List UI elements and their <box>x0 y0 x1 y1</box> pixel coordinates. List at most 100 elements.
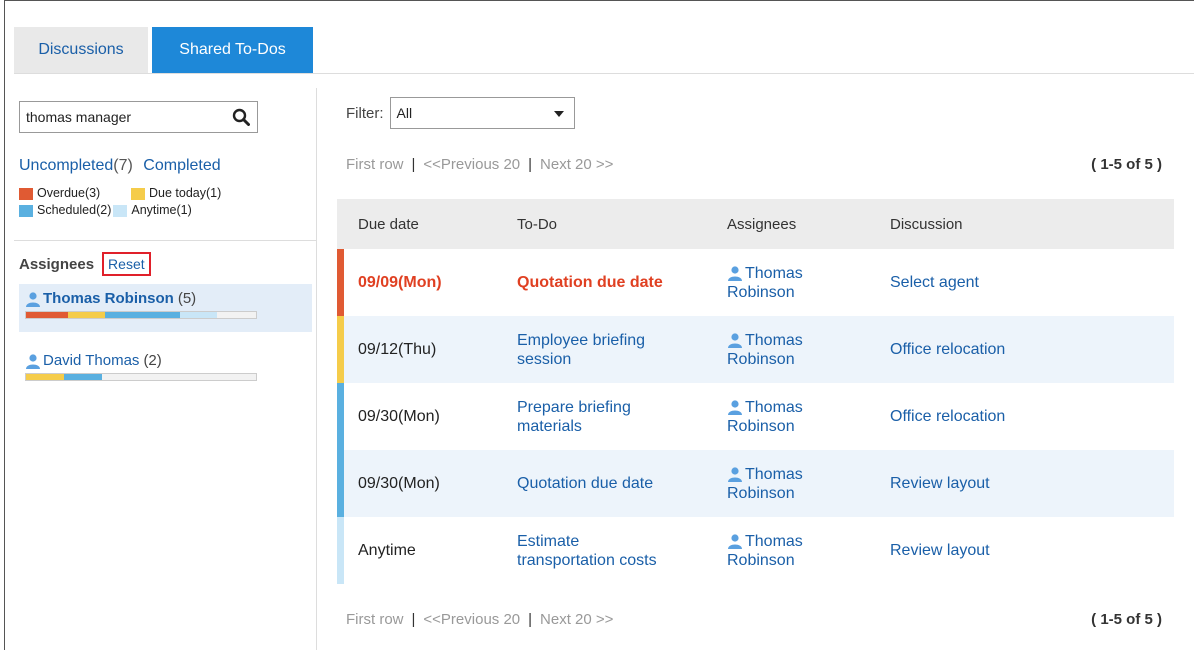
assignee-name: David Thomas <box>43 352 140 369</box>
column-header-todo: To-Do <box>517 199 727 249</box>
todo-cell[interactable]: Employee briefing session <box>517 316 727 383</box>
result-count-top: ( 1-5 of 5 ) <box>1091 156 1162 173</box>
todo-cell[interactable]: Estimate transportation costs <box>517 517 727 584</box>
assignee-link[interactable]: Thomas <box>745 331 803 350</box>
assignee-cell: Thomas Robinson <box>727 249 890 316</box>
discussion-link[interactable]: Office relocation <box>890 383 1174 450</box>
filter-bar: Filter: All <box>346 97 575 129</box>
previous-link[interactable]: <<Previous 20 <box>423 156 520 173</box>
user-icon <box>728 400 742 415</box>
next-link[interactable]: Next 20 >> <box>540 156 613 173</box>
assignee-item-david-thomas[interactable]: David Thomas (2) <box>19 346 312 386</box>
due-date-cell: 09/12(Thu) <box>344 316 517 383</box>
tab-discussions[interactable]: Discussions <box>14 27 148 73</box>
legend-scheduled: Scheduled(2) <box>19 202 111 219</box>
assignee-name: Thomas Robinson <box>43 290 174 307</box>
pager-separator: | <box>411 611 416 628</box>
due-date-cell: 09/30(Mon) <box>344 450 517 517</box>
user-icon <box>728 467 742 482</box>
user-icon <box>26 353 40 369</box>
assignee-progress-bar <box>25 373 257 381</box>
assignee-link[interactable]: Thomas <box>745 532 803 551</box>
due-date-cell: Anytime <box>358 542 416 559</box>
scheduled-swatch <box>19 204 33 217</box>
todo-table: Due date To-Do Assignees Discussion 09/0… <box>337 199 1174 584</box>
first-row-link[interactable]: First row <box>346 156 404 173</box>
column-header-due-date: Due date <box>344 199 517 249</box>
bar-due-today <box>68 312 105 318</box>
pager-separator: | <box>528 611 533 628</box>
search-icon[interactable] <box>232 108 250 126</box>
todo-cell[interactable]: Prepare briefing materials <box>517 383 727 450</box>
table-row[interactable]: 09/12(Thu) Employee briefing session Thom… <box>337 316 1174 383</box>
assignees-heading: Assignees Reset <box>19 252 151 276</box>
tab-divider <box>14 73 1194 74</box>
filter-select[interactable]: All <box>389 97 575 129</box>
tab-shared-todos[interactable]: Shared To-Dos <box>152 27 313 73</box>
legend-due-today: Due today(1) <box>131 185 221 202</box>
previous-link[interactable]: <<Previous 20 <box>423 611 520 628</box>
chevron-down-icon <box>553 111 564 117</box>
assignee-link[interactable]: Thomas <box>745 465 803 484</box>
assignee-link-line2[interactable]: Robinson <box>727 350 890 369</box>
status-header <box>337 199 344 249</box>
pager-separator: | <box>528 156 533 173</box>
discussion-link[interactable]: Review layout <box>890 517 1174 584</box>
status-stripe <box>337 450 344 517</box>
column-header-assignees: Assignees <box>727 199 890 249</box>
assignee-cell: Thomas Robinson <box>727 316 890 383</box>
bar-scheduled <box>105 312 180 318</box>
assignee-link-line2[interactable]: Robinson <box>727 484 890 503</box>
tab-bar: Discussions Shared To-Dos <box>14 27 313 73</box>
table-row[interactable]: 09/09(Mon) Quotation due date Thomas Rob… <box>337 249 1174 316</box>
result-count-bottom: ( 1-5 of 5 ) <box>1091 611 1162 628</box>
bar-scheduled <box>64 374 102 380</box>
legend-overdue: Overdue(3) <box>19 185 131 202</box>
due-today-swatch <box>131 187 145 200</box>
due-date-cell: 09/30(Mon) <box>358 408 440 425</box>
status-stripe <box>337 316 344 383</box>
table-row[interactable]: 09/30(Mon) Quotation due date Thomas Rob… <box>337 450 1174 517</box>
discussion-link[interactable]: Review layout <box>890 450 1174 517</box>
assignee-link-line2[interactable]: Robinson <box>727 283 890 302</box>
pager-bottom: First row | <<Previous 20 | Next 20 >> <box>346 611 613 628</box>
status-legend: Overdue(3) Due today(1) Scheduled(2) Any… <box>19 185 221 219</box>
pager-top: First row | <<Previous 20 | Next 20 >> <box>346 156 613 173</box>
discussion-link[interactable]: Select agent <box>890 249 1174 316</box>
table-row[interactable]: 09/30(Mon) Prepare briefing materials Tho… <box>337 383 1174 450</box>
sidebar-divider-line <box>14 240 317 241</box>
assignee-count: (5) <box>177 290 197 307</box>
search-box <box>19 101 258 133</box>
user-icon <box>26 291 40 307</box>
pager-separator: | <box>411 156 416 173</box>
assignee-link[interactable]: Thomas <box>745 398 803 417</box>
search-input[interactable] <box>20 109 220 125</box>
assignee-link-line2[interactable]: Robinson <box>727 417 890 436</box>
assignee-cell: Thomas Robinson <box>727 383 890 450</box>
filter-value: All <box>396 105 413 121</box>
assignee-count: (2) <box>143 352 162 369</box>
table-row[interactable]: Anytime Estimate transportation costs Tho… <box>337 517 1174 584</box>
user-icon <box>728 333 742 348</box>
assignee-item-thomas-robinson[interactable]: Thomas Robinson (5) <box>19 284 312 332</box>
bar-overdue <box>26 312 68 318</box>
table-header-row: Due date To-Do Assignees Discussion <box>337 199 1174 249</box>
reset-button[interactable]: Reset <box>102 252 151 276</box>
first-row-link[interactable]: First row <box>346 611 404 628</box>
uncompleted-link[interactable]: Uncompleted <box>19 157 113 174</box>
user-icon <box>728 534 742 549</box>
anytime-swatch <box>113 204 128 217</box>
todo-link[interactable]: Quotation due date <box>517 274 663 291</box>
bar-due-today <box>26 374 64 380</box>
status-filter-links: Uncompleted(7) Completed <box>19 157 221 175</box>
bar-anytime <box>180 312 217 318</box>
todo-cell[interactable]: Quotation due date <box>517 450 727 517</box>
discussion-link[interactable]: Office relocation <box>890 316 1174 383</box>
uncompleted-count: (7) <box>113 157 133 174</box>
next-link[interactable]: Next 20 >> <box>540 611 613 628</box>
assignee-link[interactable]: Thomas <box>745 264 803 283</box>
assignee-link-line2[interactable]: Robinson <box>727 551 890 570</box>
column-header-discussion: Discussion <box>890 199 1174 249</box>
due-date-cell: 09/09(Mon) <box>358 274 442 291</box>
completed-link[interactable]: Completed <box>143 157 220 174</box>
